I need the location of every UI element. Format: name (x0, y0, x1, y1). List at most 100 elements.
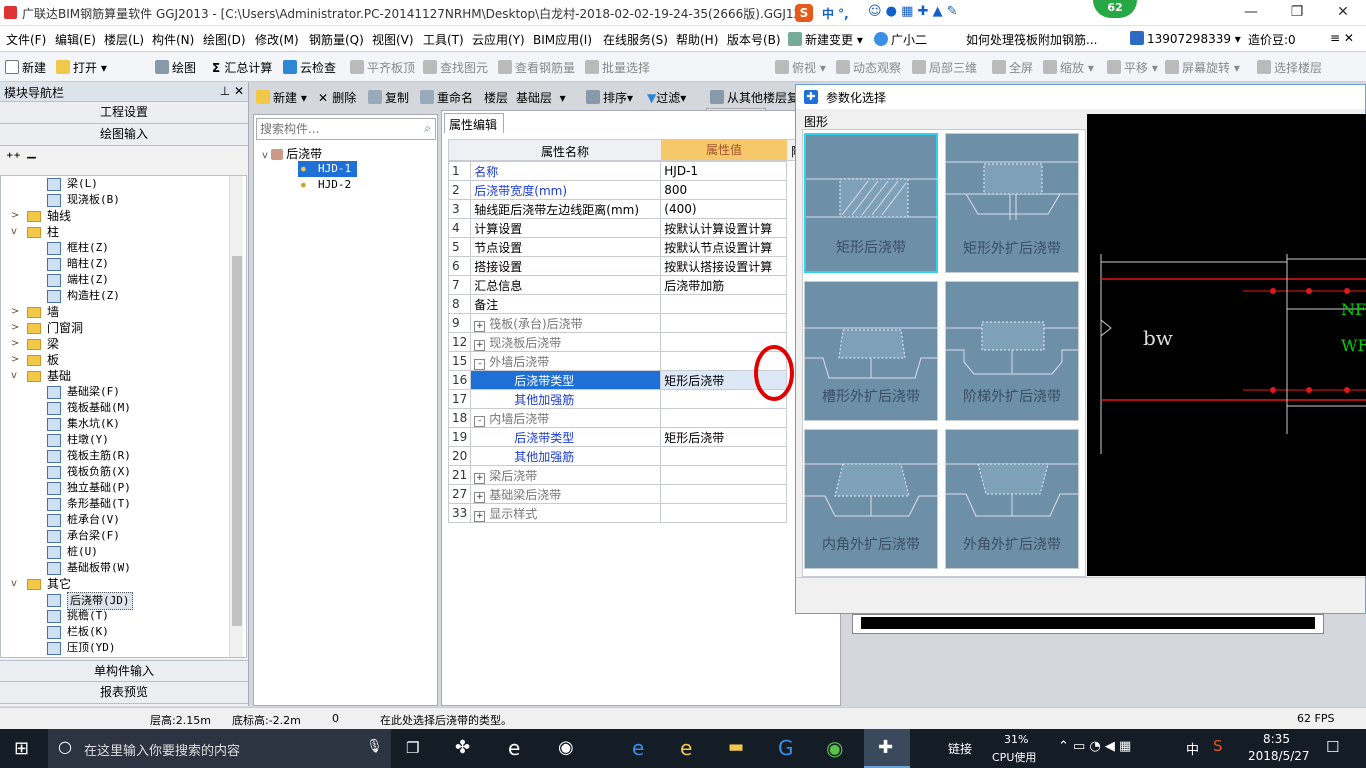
tree-component-item[interactable]: 独立基础(P) (1, 480, 246, 496)
property-row[interactable]: 19 后浇带类型 矩形后浇带 (447, 427, 788, 447)
menu-new-change[interactable]: 新建变更 ▾ (788, 31, 863, 48)
property-value-cell[interactable] (660, 408, 788, 428)
filter-button[interactable]: ▼过滤▾ (647, 89, 686, 106)
fullscreen-button[interactable]: 全屏 (992, 59, 1033, 76)
menu-draw[interactable]: 绘图(D) (203, 31, 246, 48)
collapse-minus-icon[interactable]: - (474, 415, 486, 427)
property-name-cell[interactable]: - 外墙后浇带 (470, 351, 662, 371)
expand-arrow-icon[interactable]: > (11, 352, 19, 368)
shape-groove-outer-expand[interactable]: 槽形外扩后浇带 (804, 281, 939, 421)
comp-item-hjd1[interactable]: ✹ HJD-1 (298, 161, 358, 177)
tree-component-item[interactable]: 桩承台(V) (1, 512, 246, 528)
property-value-cell[interactable]: 矩形后浇带 (660, 427, 788, 447)
expand-plus-icon[interactable]: + (474, 339, 486, 351)
expand-arrow-icon[interactable]: > (11, 336, 19, 352)
menu-assistant[interactable]: 广小二 (874, 31, 927, 48)
task-view-icon[interactable]: ❐ (406, 739, 419, 757)
menu-version[interactable]: 版本号(B) (727, 31, 781, 48)
tree-component-item[interactable]: 筏板主筋(R) (1, 448, 246, 464)
ime-status[interactable]: 中 °, (822, 5, 849, 22)
app-swirl-icon[interactable]: ◉ (558, 737, 574, 758)
expand-arrow-icon[interactable]: > (11, 320, 19, 336)
shape-rect-outer-expand[interactable]: 矩形外扩后浇带 (945, 133, 1080, 273)
property-row[interactable]: 8 备注 (447, 294, 788, 314)
property-name-cell[interactable]: 其他加强筋 (470, 389, 662, 409)
close-button[interactable]: ✕ (1320, 0, 1366, 26)
property-row[interactable]: 4 计算设置 按默认计算设置计算 (447, 218, 788, 238)
sogou-tray-icon[interactable]: S (1213, 737, 1223, 755)
menu-modify[interactable]: 修改(M) (255, 31, 299, 48)
tree-component-item[interactable]: 构造柱(Z) (1, 288, 246, 304)
expand-plus-icon[interactable]: + (474, 491, 486, 503)
component-search-input[interactable] (257, 119, 409, 139)
sort-button[interactable]: 排序▾ (586, 89, 633, 106)
tree-component-item[interactable]: 基础梁(F) (1, 384, 246, 400)
property-name-cell[interactable]: 搭接设置 (470, 256, 662, 276)
property-value-cell[interactable] (660, 484, 788, 504)
orbit-button[interactable]: 动态观察 (836, 59, 901, 76)
property-row[interactable]: 17 其他加强筋 (447, 389, 788, 409)
property-tab[interactable]: 属性编辑 (444, 113, 504, 133)
tree-component-item[interactable]: 后浇带(JD) (1, 592, 246, 610)
menu-beans[interactable]: 造价豆:0 (1248, 31, 1296, 48)
ie-icon[interactable]: e (680, 736, 692, 760)
property-row[interactable]: 1 名称 HJD-1 (447, 161, 788, 181)
sum-calc-button[interactable]: Σ 汇总计算 (212, 59, 272, 76)
link-label[interactable]: 链接 (948, 740, 972, 757)
property-value-cell[interactable]: HJD-1 (660, 161, 788, 181)
property-row[interactable]: 33 + 显示样式 (447, 503, 788, 523)
expand-arrow-icon[interactable]: > (11, 304, 19, 320)
notification-center-icon[interactable]: ☐ (1326, 738, 1339, 756)
tree-component-item[interactable]: 栏板(K) (1, 624, 246, 640)
property-value-cell[interactable]: 800 (660, 180, 788, 200)
property-row[interactable]: 20 其他加强筋 (447, 446, 788, 466)
tree-component-item[interactable]: 柱墩(Y) (1, 432, 246, 448)
property-value-cell[interactable]: (400) (660, 199, 788, 219)
mic-icon[interactable]: 🎙 (366, 739, 383, 754)
local-3d-button[interactable]: 局部三维 (912, 59, 977, 76)
property-value-cell[interactable]: 后浇带加筋 (660, 275, 788, 295)
glodon-g-icon[interactable]: G (778, 736, 794, 760)
property-value-cell[interactable] (660, 503, 788, 523)
new-button[interactable]: 新建 (5, 59, 46, 76)
property-value-cell[interactable]: 按默认节点设置计算 (660, 237, 788, 257)
open-button[interactable]: 打开 ▾ (56, 59, 107, 76)
property-row[interactable]: 15- 外墙后浇带 (447, 351, 788, 371)
comp-rename-button[interactable]: 重命名 (420, 89, 473, 106)
menu-help-link[interactable]: 如何处理筏板附加钢筋... (966, 31, 1097, 48)
shape-step-outer-expand[interactable]: 阶梯外扩后浇带 (945, 281, 1080, 421)
draw-button[interactable]: 绘图 (155, 59, 196, 76)
tree-component-item[interactable]: 筏板基础(M) (1, 400, 246, 416)
file-explorer-icon[interactable]: ▬ (728, 737, 744, 757)
pin-close-icon[interactable]: ⊥ ✕ (220, 84, 244, 98)
menu-cloud[interactable]: 云应用(Y) (472, 31, 525, 48)
property-name-cell[interactable]: + 显示样式 (470, 503, 662, 523)
clock-time[interactable]: 8:35 (1263, 732, 1290, 746)
taskbar-ime[interactable]: 中 (1186, 739, 1199, 758)
property-row[interactable]: 21 + 梁后浇带 (447, 465, 788, 485)
ime-tools-icon[interactable]: ☺ ● ▦ ✚ ▲ ✎ (868, 4, 958, 19)
tray-icons[interactable]: ⌃ ▭ ◔ ◀ ▦ (1058, 739, 1131, 754)
tree-folder[interactable]: > 门窗洞 (1, 320, 246, 336)
tree-folder[interactable]: > 板 (1, 352, 246, 368)
menu-tools[interactable]: 工具(T) (423, 31, 464, 48)
tree-component-item[interactable]: 端柱(Z) (1, 272, 246, 288)
menu-bim[interactable]: BIM应用(I) (533, 31, 592, 48)
comp-copy-button[interactable]: 复制 (368, 89, 409, 106)
edge-icon[interactable]: e (508, 736, 520, 760)
property-row[interactable]: 9 + 筏板(承台)后浇带 (447, 313, 788, 333)
tree-component-item[interactable]: 条形基础(T) (1, 496, 246, 512)
comp-delete-button[interactable]: ✕ 删除 (318, 89, 356, 106)
batch-select-button[interactable]: 批量选择 (585, 59, 650, 76)
tree-component-item[interactable]: 承台梁(F) (1, 528, 246, 544)
comp-new-button[interactable]: 新建 ▾ (256, 89, 307, 106)
property-row[interactable]: 6 搭接设置 按默认搭接设置计算 (447, 256, 788, 276)
property-value-cell[interactable] (660, 446, 788, 466)
property-name-cell[interactable]: - 内墙后浇带 (470, 408, 662, 428)
property-name-cell[interactable]: 其他加强筋 (470, 446, 662, 466)
property-name-cell[interactable]: + 基础梁后浇带 (470, 484, 662, 504)
edge-blue-icon[interactable]: e (632, 736, 644, 760)
property-name-cell[interactable]: 备注 (470, 294, 662, 314)
tree-folder[interactable]: > 轴线 (1, 208, 246, 224)
taskbar-search[interactable]: ○ 在这里输入你要搜索的内容 🎙 (48, 729, 391, 768)
